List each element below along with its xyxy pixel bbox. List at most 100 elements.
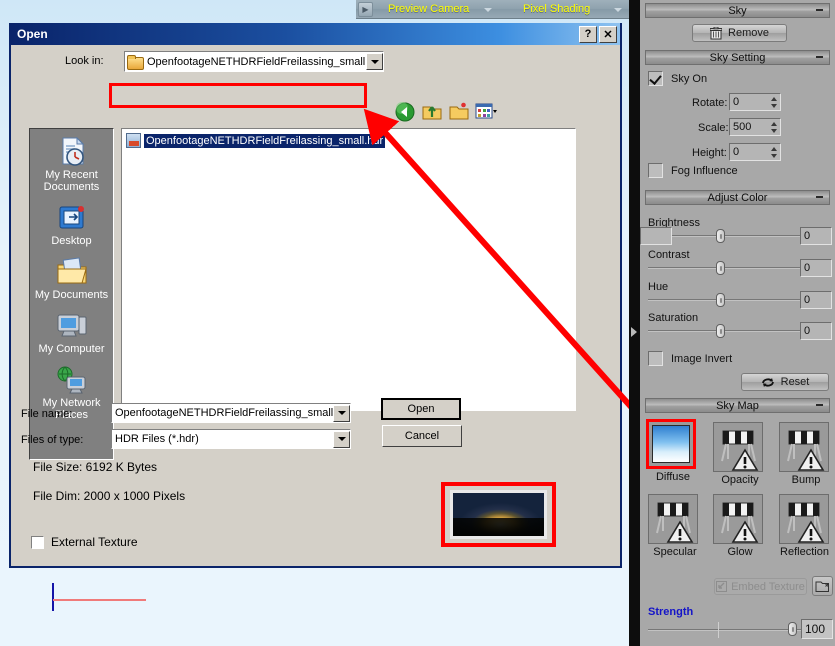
saturation-value[interactable]: 0 [800,322,832,340]
stray-red-line [53,599,146,601]
fog-influence-checkbox[interactable] [648,163,663,178]
reset-button[interactable]: Reset [741,373,829,391]
preview-thumbnail-highlight [441,482,556,547]
sidebar-item-label: My Documents [34,289,109,301]
external-texture-checkbox[interactable] [31,535,44,549]
sidebar-item-my-recent-documents[interactable]: My Recent Documents [30,135,113,193]
section-header-adjust-color[interactable]: Adjust Color [645,190,830,205]
chevron-down-icon[interactable] [614,8,622,12]
sidebar-item-my-computer[interactable]: My Computer [30,309,113,355]
collapse-icon[interactable] [816,404,823,406]
refresh-icon [761,377,774,387]
height-value: 0 [733,146,740,158]
brightness-slider-handle[interactable] [716,229,725,243]
no-texture-icon[interactable] [713,494,763,544]
desktop-icon [30,201,113,235]
strength-slider-handle[interactable] [788,622,797,636]
up-one-level-icon[interactable] [421,101,443,123]
browse-texture-button[interactable] [812,576,833,596]
look-in-value: OpenfootageNETHDRFieldFreilassing_small [147,55,366,68]
toolbar-preview-camera[interactable]: Preview Camera [388,3,469,15]
cancel-button[interactable]: Cancel [382,425,462,447]
sky-map-slot-specular[interactable]: Specular [648,494,702,558]
back-icon[interactable] [394,101,416,123]
reset-button-label: Reset [780,376,810,388]
new-folder-icon[interactable] [448,101,470,123]
height-stepper[interactable]: 0 [729,143,781,161]
collapse-panel-icon[interactable] [631,327,637,337]
hue-slider-handle[interactable] [716,293,725,307]
strength-slider-track[interactable] [648,629,808,631]
chevron-down-icon[interactable] [366,53,383,70]
section-header-sky[interactable]: Sky [645,3,830,18]
look-in-dropdown[interactable]: OpenfootageNETHDRFieldFreilassing_small [124,51,384,72]
my-computer-icon [30,309,113,343]
help-button[interactable]: ? [579,25,597,43]
hue-value[interactable]: 0 [800,291,832,309]
drag-handle-icon[interactable]: ▶ [358,2,373,17]
contrast-slider-handle[interactable] [716,261,725,275]
sky-map-slot-diffuse[interactable]: Diffuse [646,419,700,483]
sky-texture-thumb[interactable] [646,419,696,469]
fog-influence-row[interactable]: Fog Influence [648,163,738,178]
height-label: Height: [692,147,727,159]
strength-value[interactable]: 100 [801,619,833,639]
section-header-sky-map[interactable]: Sky Map [645,398,830,413]
my-documents-icon [30,255,113,289]
remove-button[interactable]: Remove [692,24,787,42]
sidebar-item-my-documents[interactable]: My Documents [30,255,113,301]
hdr-file-icon [126,133,141,148]
chevron-down-icon[interactable] [484,8,492,12]
sky-map-slot-glow[interactable]: Glow [713,494,767,558]
chevron-down-icon[interactable] [333,430,350,448]
sky-map-slot-reflection[interactable]: Reflection [779,494,833,558]
stepper-arrows[interactable] [768,144,780,160]
section-header-sky-setting[interactable]: Sky Setting [645,50,830,65]
saturation-slider-handle[interactable] [716,324,725,338]
look-in-label: Look in: [65,55,104,67]
list-item[interactable]: OpenfootageNETHDRFieldFreilassing_small.… [126,132,386,149]
toolbar-pixel-shading[interactable]: Pixel Shading [523,3,590,15]
embed-texture-label: Embed Texture [731,580,805,593]
saturation-label: Saturation [648,312,699,324]
external-texture-row[interactable]: External Texture [31,535,138,549]
folder-open-icon [815,581,829,592]
trash-icon [710,26,723,39]
no-texture-icon[interactable] [779,494,829,544]
rotate-stepper[interactable]: 0 [729,93,781,111]
collapse-icon[interactable] [816,56,823,58]
chevron-down-icon[interactable] [333,404,350,422]
sidebar-item-desktop[interactable]: Desktop [30,201,113,247]
no-texture-icon[interactable] [779,422,829,472]
image-invert-row[interactable]: Image Invert [648,351,732,366]
embed-texture-button: Embed Texture [714,578,807,595]
collapse-icon[interactable] [816,196,823,198]
panel-divider[interactable] [629,0,640,646]
open-button[interactable]: Open [381,398,461,420]
scale-stepper[interactable]: 500 [729,118,781,136]
sky-map-slot-label: Diffuse [655,471,691,483]
stepper-arrows[interactable] [768,119,780,135]
sky-map-slot-opacity[interactable]: Opacity [713,422,767,486]
views-icon[interactable] [475,101,497,123]
contrast-label: Contrast [648,249,690,261]
sky-map-slot-label: Glow [727,546,753,558]
embed-icon [716,581,728,592]
contrast-value[interactable]: 0 [800,259,832,277]
no-texture-icon[interactable] [713,422,763,472]
sky-on-checkbox[interactable] [648,71,663,86]
no-texture-icon[interactable] [648,494,698,544]
section-title: Sky Setting [709,51,766,64]
rotate-value: 0 [733,96,740,108]
image-invert-checkbox[interactable] [648,351,663,366]
sky-map-slot-label: Specular [653,546,697,558]
collapse-icon[interactable] [816,9,823,11]
close-icon[interactable]: ✕ [599,25,617,43]
sky-map-slot-bump[interactable]: Bump [779,422,833,486]
file-name-input[interactable]: OpenfootageNETHDRFieldFreilassing_small.… [111,403,351,423]
files-of-type-dropdown[interactable]: HDR Files (*.hdr) [111,429,351,449]
stepper-arrows[interactable] [768,94,780,110]
file-list-pane[interactable]: OpenfootageNETHDRFieldFreilassing_small.… [121,128,576,411]
brightness-value[interactable]: 0 [800,227,832,245]
sky-on-row[interactable]: Sky On [648,71,707,86]
